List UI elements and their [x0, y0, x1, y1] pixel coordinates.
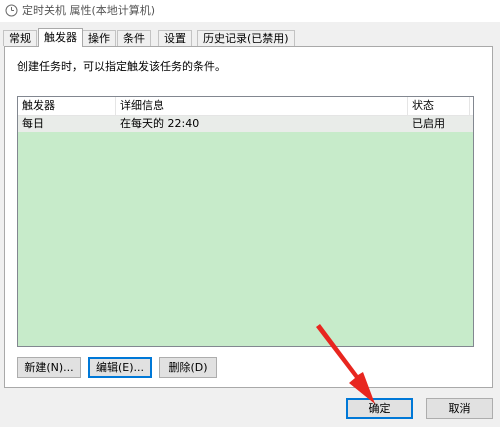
delete-button[interactable]: 删除(D) — [159, 357, 217, 378]
cancel-button[interactable]: 取消 — [426, 398, 493, 419]
ok-button[interactable]: 确定 — [346, 398, 413, 419]
tab-triggers[interactable]: 触发器 — [38, 28, 83, 47]
new-button[interactable]: 新建(N)... — [17, 357, 81, 378]
row-trigger: 每日 — [22, 117, 44, 130]
tab-general[interactable]: 常规 — [3, 30, 37, 46]
tab-actions[interactable]: 操作 — [82, 30, 116, 46]
tab-conditions[interactable]: 条件 — [117, 30, 151, 46]
column-header-trigger[interactable]: 触发器 — [18, 97, 116, 115]
title-bar: 定时关机 属性(本地计算机) — [0, 0, 500, 22]
row-details: 在每天的 22:40 — [120, 117, 200, 130]
column-header-details[interactable]: 详细信息 — [116, 97, 408, 115]
tab-settings[interactable]: 设置 — [158, 30, 192, 46]
column-header-status[interactable]: 状态 — [408, 97, 470, 115]
panel-description: 创建任务时，可以指定触发该任务的条件。 — [17, 60, 226, 73]
table-row[interactable]: 每日 在每天的 22:40 已启用 — [18, 116, 473, 132]
clock-icon — [5, 4, 18, 17]
triggers-list[interactable]: 触发器 详细信息 状态 每日 在每天的 22:40 已启用 — [17, 96, 474, 347]
row-status: 已启用 — [412, 117, 445, 130]
window-title: 定时关机 属性(本地计算机) — [22, 4, 156, 17]
edit-button[interactable]: 编辑(E)... — [88, 357, 152, 378]
tab-history[interactable]: 历史记录(已禁用) — [197, 30, 295, 46]
triggers-panel: 创建任务时，可以指定触发该任务的条件。 触发器 详细信息 状态 每日 在每天的 … — [4, 46, 493, 388]
list-header: 触发器 详细信息 状态 — [18, 97, 473, 116]
